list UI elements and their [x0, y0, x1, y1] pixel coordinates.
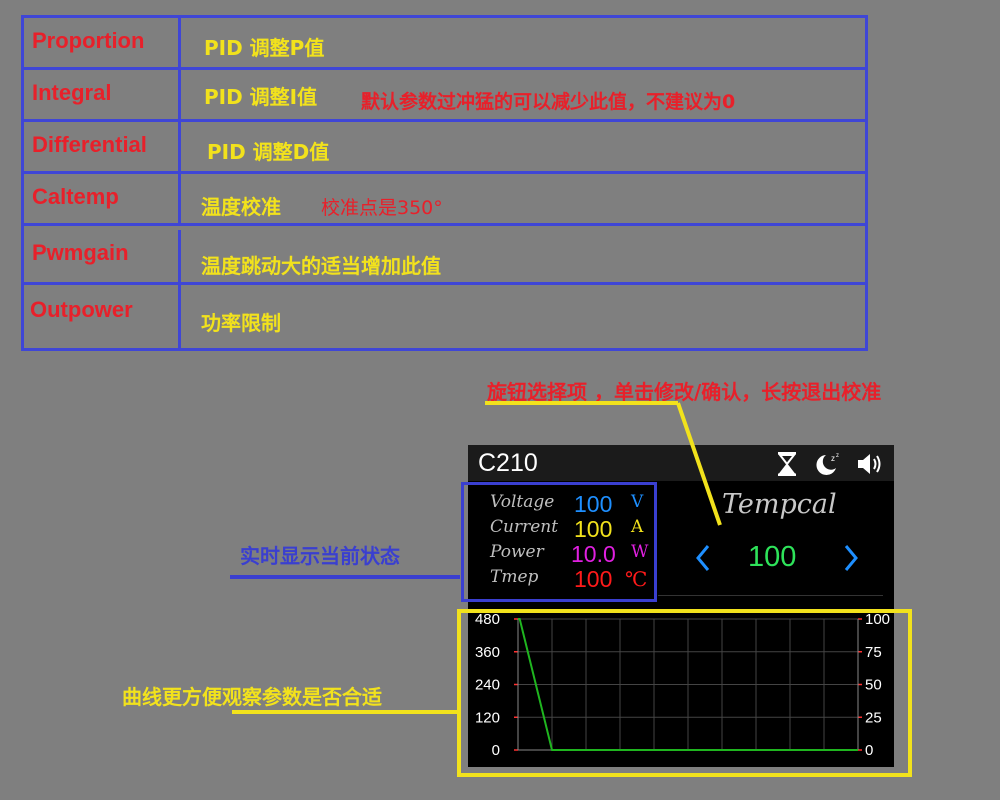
- column-divider: [178, 174, 181, 223]
- hourglass-icon: [777, 452, 797, 476]
- param-name: Proportion: [32, 28, 145, 53]
- column-divider: [178, 122, 181, 171]
- menu-title: Tempcal: [722, 489, 837, 520]
- chevron-left-icon[interactable]: [694, 544, 712, 572]
- param-row-integral: Integral PID 调整I值 默认参数过冲猛的可以减少此值，不建议为0: [24, 70, 865, 122]
- status-annotation: 实时显示当前状态: [240, 544, 400, 568]
- param-row-proportion: Proportion PID 调整P值: [24, 18, 865, 70]
- menu-value[interactable]: 100: [748, 541, 796, 574]
- chevron-right-icon[interactable]: [842, 544, 860, 572]
- param-row-pwmgain: Pwmgain 温度跳动大的适当增加此值: [24, 230, 865, 285]
- column-divider: [178, 70, 181, 119]
- curve-highlight-frame: [457, 609, 912, 777]
- model-name: C210: [478, 449, 538, 477]
- param-note: 校准点是350°: [321, 197, 443, 219]
- parameter-table: Proportion PID 调整P值 Integral PID 调整I值 默认…: [21, 15, 868, 351]
- param-name: Differential: [32, 132, 147, 157]
- svg-text:z: z: [836, 453, 839, 459]
- title-bar: C210 z z: [468, 445, 894, 481]
- column-divider: [178, 18, 181, 67]
- param-name: Outpower: [30, 297, 133, 322]
- param-desc: 温度校准: [201, 195, 281, 219]
- param-desc: PID 调整D值: [207, 140, 330, 164]
- column-divider: [178, 230, 181, 282]
- param-note: 默认参数过冲猛的可以减少此值，不建议为0: [361, 91, 736, 113]
- param-row-caltemp: Caltemp 温度校准 校准点是350°: [24, 174, 865, 226]
- knob-annotation: 旋钮选择项 ，单击修改/确认，长按退出校准: [487, 380, 882, 404]
- column-divider: [178, 285, 181, 348]
- param-desc: PID 调整P值: [204, 36, 325, 60]
- divider: [658, 595, 883, 596]
- param-row-outpower: Outpower 功率限制: [24, 285, 865, 348]
- speaker-icon[interactable]: [856, 451, 886, 477]
- param-desc: PID 调整I值: [204, 85, 318, 109]
- curve-annotation: 曲线更方便观察参数是否合适: [122, 685, 382, 709]
- sleep-moon-icon: z z: [816, 453, 839, 475]
- param-desc: 功率限制: [201, 311, 281, 335]
- svg-text:z: z: [831, 454, 835, 463]
- param-name: Integral: [32, 80, 112, 105]
- param-row-differential: Differential PID 调整D值: [24, 122, 865, 174]
- param-desc: 温度跳动大的适当增加此值: [201, 254, 441, 278]
- status-highlight-frame: [461, 482, 657, 602]
- param-name: Caltemp: [32, 184, 119, 209]
- param-name: Pwmgain: [32, 240, 129, 265]
